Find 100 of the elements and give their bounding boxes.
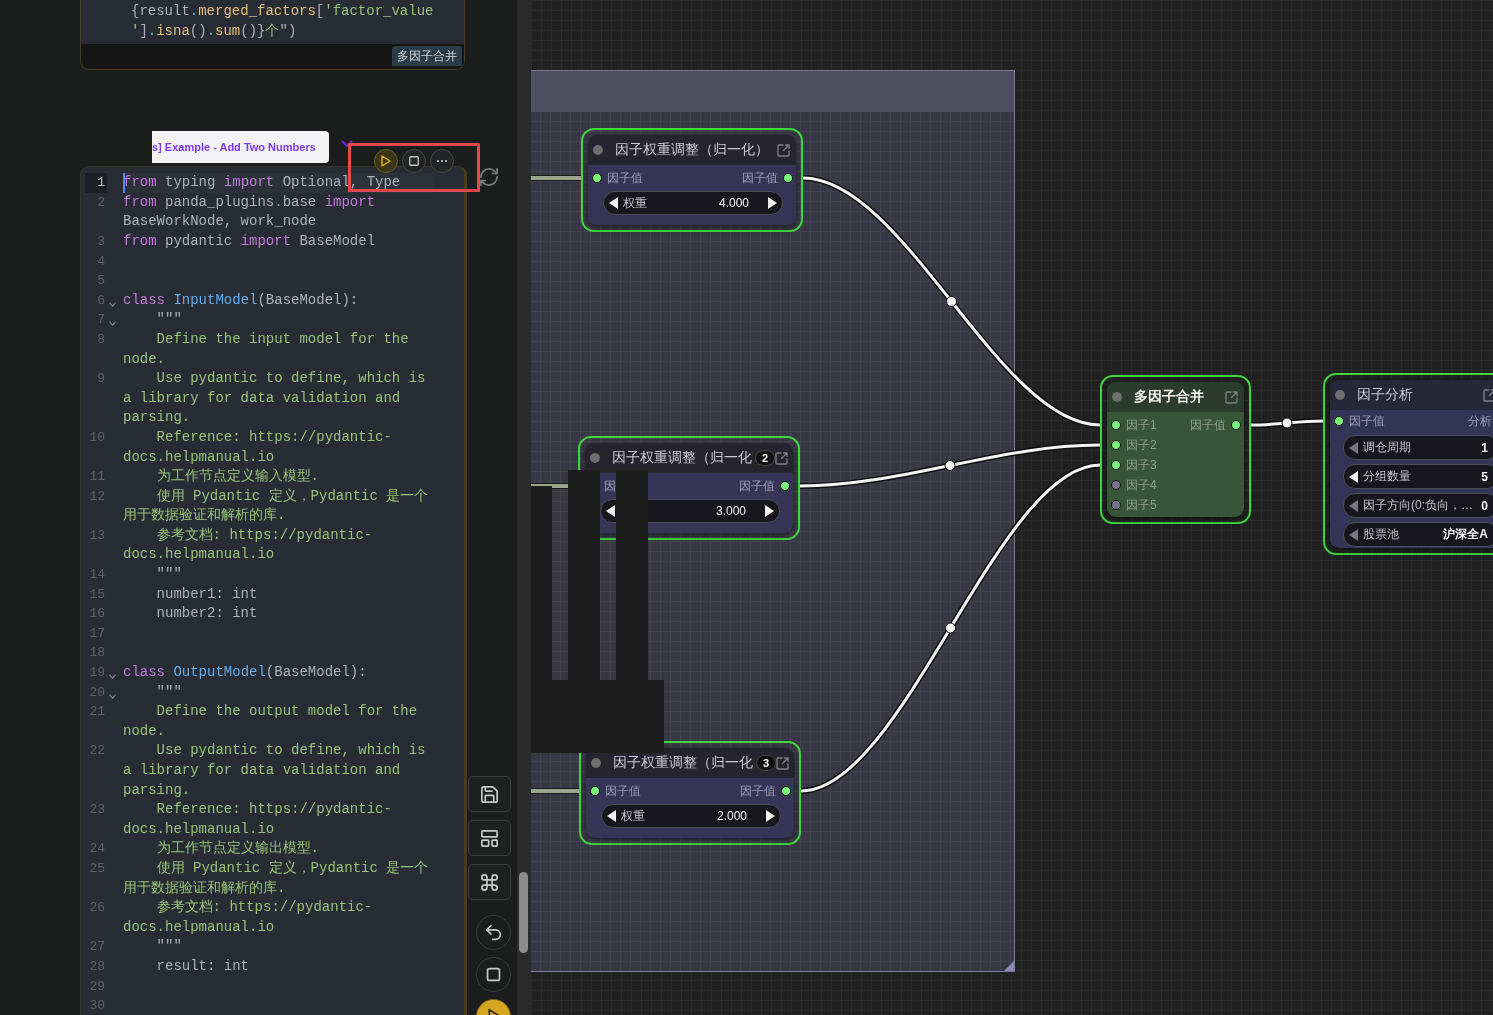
stepper-field[interactable]: 调仓周期 1 [1343, 435, 1493, 460]
undo-button[interactable] [476, 915, 511, 950]
node-dot-icon[interactable] [1335, 390, 1345, 400]
code-line: 使用 Pydantic 定义，Pydantic 是一个用于数据验证和解析的库. [123, 486, 430, 526]
link-wire [531, 788, 579, 794]
undo-icon [485, 924, 502, 941]
code-line: {result.merged_factors['factor_value [131, 2, 435, 21]
caret-right-icon[interactable] [766, 810, 775, 822]
node-card[interactable]: 因子权重调整（归一化 3 因子值 因子值 权重 2.000 [586, 748, 794, 838]
external-link-icon[interactable] [777, 143, 790, 157]
external-link-icon[interactable] [1225, 390, 1238, 404]
line-number: 22 [88, 742, 106, 761]
line-number: 25 [88, 859, 106, 878]
slot-dot-icon[interactable] [1231, 420, 1241, 430]
link-wire [531, 175, 581, 181]
code-line: Reference: https://pydantic-docs.helpmanual.io [123, 427, 393, 467]
slot-dot-icon[interactable] [592, 173, 602, 183]
node-title: 因子权重调整（归一化） [615, 141, 769, 159]
layout-button[interactable] [468, 820, 511, 856]
graph-canvas[interactable]: 因子权重调整（归一化） 因子值 因子值 权重 4.000 因子权重调整（归一化 2 因 因子值 3.000 因子权重调整（归一化 3 因子值 因子值 权重 2.000 多因子合并 因子1 因子值 因子2 因子3 因子4 因子5 因子分析 因子值 分析 调仓周期 1 分组数量 5 因子方向(0:负向，… 0 股票池 沪深全A [531, 0, 1493, 1015]
code-editor[interactable] [80, 166, 467, 1015]
line-number: 16 [88, 605, 106, 624]
stop-button[interactable] [476, 957, 511, 992]
slot-dot-icon[interactable] [1111, 500, 1121, 510]
fold-caret-icon[interactable] [109, 674, 116, 680]
slot-dot-icon[interactable] [1111, 480, 1121, 490]
node-header[interactable]: 因子权重调整（归一化 3 [586, 748, 794, 778]
code-line: result: int [155, 956, 251, 976]
fold-caret-icon[interactable] [109, 693, 116, 699]
stepper-field[interactable]: 因子方向(0:负向，… 0 [1343, 493, 1493, 518]
line-number: 14 [88, 566, 106, 585]
slot-label: 分析 [1468, 412, 1492, 430]
external-link-icon[interactable] [775, 451, 789, 465]
node-badge: 2 [755, 450, 776, 466]
node-header[interactable]: 因子分析 [1330, 380, 1493, 410]
code-line: Define the input model for the node. [123, 329, 410, 369]
slot-label: 因子1 [1126, 416, 1157, 434]
node-dot-icon[interactable] [1112, 392, 1122, 402]
line-number: 13 [88, 526, 106, 545]
node-card[interactable]: 多因子合并 因子1 因子值 因子2 因子3 因子4 因子5 [1107, 382, 1244, 517]
code-line: 为工作节点定义输入模型. [155, 467, 320, 487]
node-header[interactable]: 多因子合并 [1107, 382, 1244, 412]
code-line: """ [155, 682, 183, 702]
node-card[interactable]: 因子权重调整（归一化） 因子值 因子值 权重 4.000 [588, 135, 796, 225]
code-line: Define the output model for the node. [123, 702, 419, 741]
stepper-field[interactable]: 权重 2.000 [601, 804, 781, 828]
code-line: """ [155, 565, 183, 585]
node-card[interactable]: 因子分析 因子值 分析 调仓周期 1 分组数量 5 因子方向(0:负向，… 0 股票池 沪深全A [1330, 380, 1493, 548]
line-number: 1 [85, 173, 107, 193]
slot-dot-icon[interactable] [783, 173, 793, 183]
external-link-icon[interactable] [776, 756, 790, 770]
command-button[interactable] [468, 864, 511, 900]
code-line: class InputModel(BaseModel): [123, 290, 360, 310]
node-badge: 3 [756, 755, 777, 771]
node-header[interactable]: 因子权重调整（归一化） [588, 135, 796, 165]
node-dot-icon[interactable] [590, 453, 600, 463]
node-header[interactable]: 因子权重调整（归一化 2 [585, 443, 793, 473]
code-line: 参考文档: https://pydantic-docs.helpmanual.io [123, 525, 374, 565]
slot-dot-icon[interactable] [1111, 440, 1121, 450]
refresh-icon[interactable] [480, 168, 498, 186]
line-number: 8 [96, 330, 106, 349]
stepper-field[interactable]: 权重 4.000 [603, 191, 783, 215]
caret-right-icon[interactable] [768, 197, 777, 209]
code-line: 参考文档: https://pydantic-docs.helpmanual.io [123, 898, 374, 937]
caret-right-icon[interactable] [765, 505, 774, 517]
slot-dot-icon[interactable] [1334, 416, 1344, 426]
caret-left-icon[interactable] [609, 197, 618, 209]
line-number: 30 [88, 997, 106, 1015]
node-dot-icon[interactable] [593, 145, 603, 155]
caret-left-icon[interactable] [607, 810, 616, 822]
slot-dot-icon[interactable] [781, 786, 791, 796]
line-number: 17 [88, 624, 106, 643]
layout-icon [481, 829, 498, 847]
slot-dot-icon[interactable] [1111, 420, 1121, 430]
slot-dot-icon[interactable] [590, 786, 600, 796]
code-line: """ [155, 310, 183, 330]
stepper-field[interactable]: 股票池 沪深全A [1343, 522, 1493, 547]
node-dot-icon[interactable] [591, 758, 601, 768]
stepper-field[interactable]: 分组数量 5 [1343, 464, 1493, 489]
line-number: 7 [96, 311, 106, 330]
slot-label: 因子值 [742, 169, 778, 187]
line-number: 4 [96, 252, 106, 271]
resize-handle-icon[interactable] [1004, 961, 1014, 971]
save-button[interactable] [468, 776, 511, 812]
run-button[interactable] [374, 149, 398, 173]
chevron-down-icon[interactable] [340, 139, 353, 147]
caret-left-icon[interactable] [1349, 470, 1358, 483]
external-link-icon[interactable] [1483, 388, 1493, 402]
code-line: from pydantic import BaseModel [123, 231, 377, 251]
fold-caret-icon[interactable] [109, 321, 116, 327]
fold-caret-icon[interactable] [109, 301, 116, 307]
slot-dot-icon[interactable] [780, 481, 790, 491]
command-icon [481, 873, 498, 891]
more-button[interactable] [430, 149, 454, 173]
title-tab[interactable]: s] Example - Add Two Numbers [152, 131, 329, 164]
code-line: 使用 Pydantic 定义，Pydantic 是一个用于数据验证和解析的库. [123, 858, 430, 898]
slot-dot-icon[interactable] [1111, 460, 1121, 470]
stop-button[interactable] [402, 149, 426, 173]
scrollbar-thumb[interactable] [519, 872, 528, 953]
line-number: 18 [88, 644, 106, 663]
